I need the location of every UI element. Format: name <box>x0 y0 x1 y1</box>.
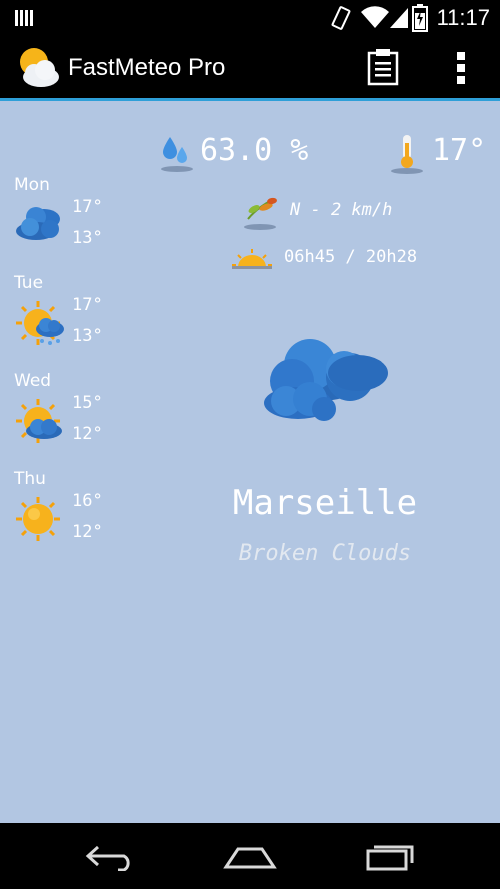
vibrate-icon <box>331 6 351 30</box>
sunrise-sunset-icon <box>232 249 272 269</box>
overflow-menu-icon[interactable] <box>452 50 470 86</box>
forecast-day-name: Mon <box>14 175 50 195</box>
home-icon[interactable] <box>222 843 278 871</box>
status-bar: 11:17 <box>0 0 500 36</box>
signal-icon <box>390 8 408 28</box>
forecast-low: 13° <box>72 326 103 346</box>
broken-clouds-icon <box>264 339 388 421</box>
weather-panel: Mon 17° 13° Tue 17° 13° Wed 15° 12° Thu … <box>0 101 500 823</box>
forecast-high: 16° <box>72 491 103 511</box>
humidity-icon <box>161 137 193 172</box>
forecast-day[interactable]: Thu 16° 12° <box>0 469 150 567</box>
forecast-day-name: Wed <box>14 371 52 391</box>
wind-icon <box>244 197 277 230</box>
condition-text: Broken Clouds <box>238 541 412 566</box>
forecast-low: 13° <box>72 228 103 248</box>
wind-value: N - 2 km/h <box>290 200 393 220</box>
forecast-day[interactable]: Wed 15° 12° <box>0 371 150 469</box>
forecast-day[interactable]: Tue 17° 13° <box>0 273 150 371</box>
thermometer-icon <box>391 135 423 174</box>
wifi-icon <box>361 6 389 28</box>
notification-icon <box>15 10 33 26</box>
humidity-value: 63.0 % <box>200 133 309 168</box>
app-weather-icon <box>20 48 59 87</box>
forecast-high: 17° <box>72 295 103 315</box>
city-name: Marseille <box>232 483 418 523</box>
forecast-high: 15° <box>72 393 103 413</box>
app-title: FastMeteo Pro <box>68 54 226 81</box>
forecast-day-name: Thu <box>14 469 46 489</box>
forecast-low: 12° <box>72 522 103 542</box>
forecast-day[interactable]: Mon 17° 13° <box>0 175 150 273</box>
app-bar: FastMeteo Pro <box>0 36 500 98</box>
recents-icon[interactable] <box>364 841 416 871</box>
status-time: 11:17 <box>436 5 490 30</box>
sun-cloud-icon <box>16 399 62 443</box>
cloudy-icon <box>16 207 60 240</box>
battery-icon <box>412 4 428 32</box>
clipboard-icon[interactable] <box>366 48 400 86</box>
temperature-value: 17° <box>432 133 487 168</box>
sun-cloud-rain-icon <box>16 301 64 345</box>
sun-icon <box>16 497 60 541</box>
forecast-high: 17° <box>72 197 103 217</box>
forecast-day-name: Tue <box>14 273 44 293</box>
sun-times-value: 06h45 / 20h28 <box>284 247 418 267</box>
forecast-low: 12° <box>72 424 103 444</box>
nav-bar <box>0 823 500 889</box>
back-icon[interactable] <box>84 843 138 871</box>
